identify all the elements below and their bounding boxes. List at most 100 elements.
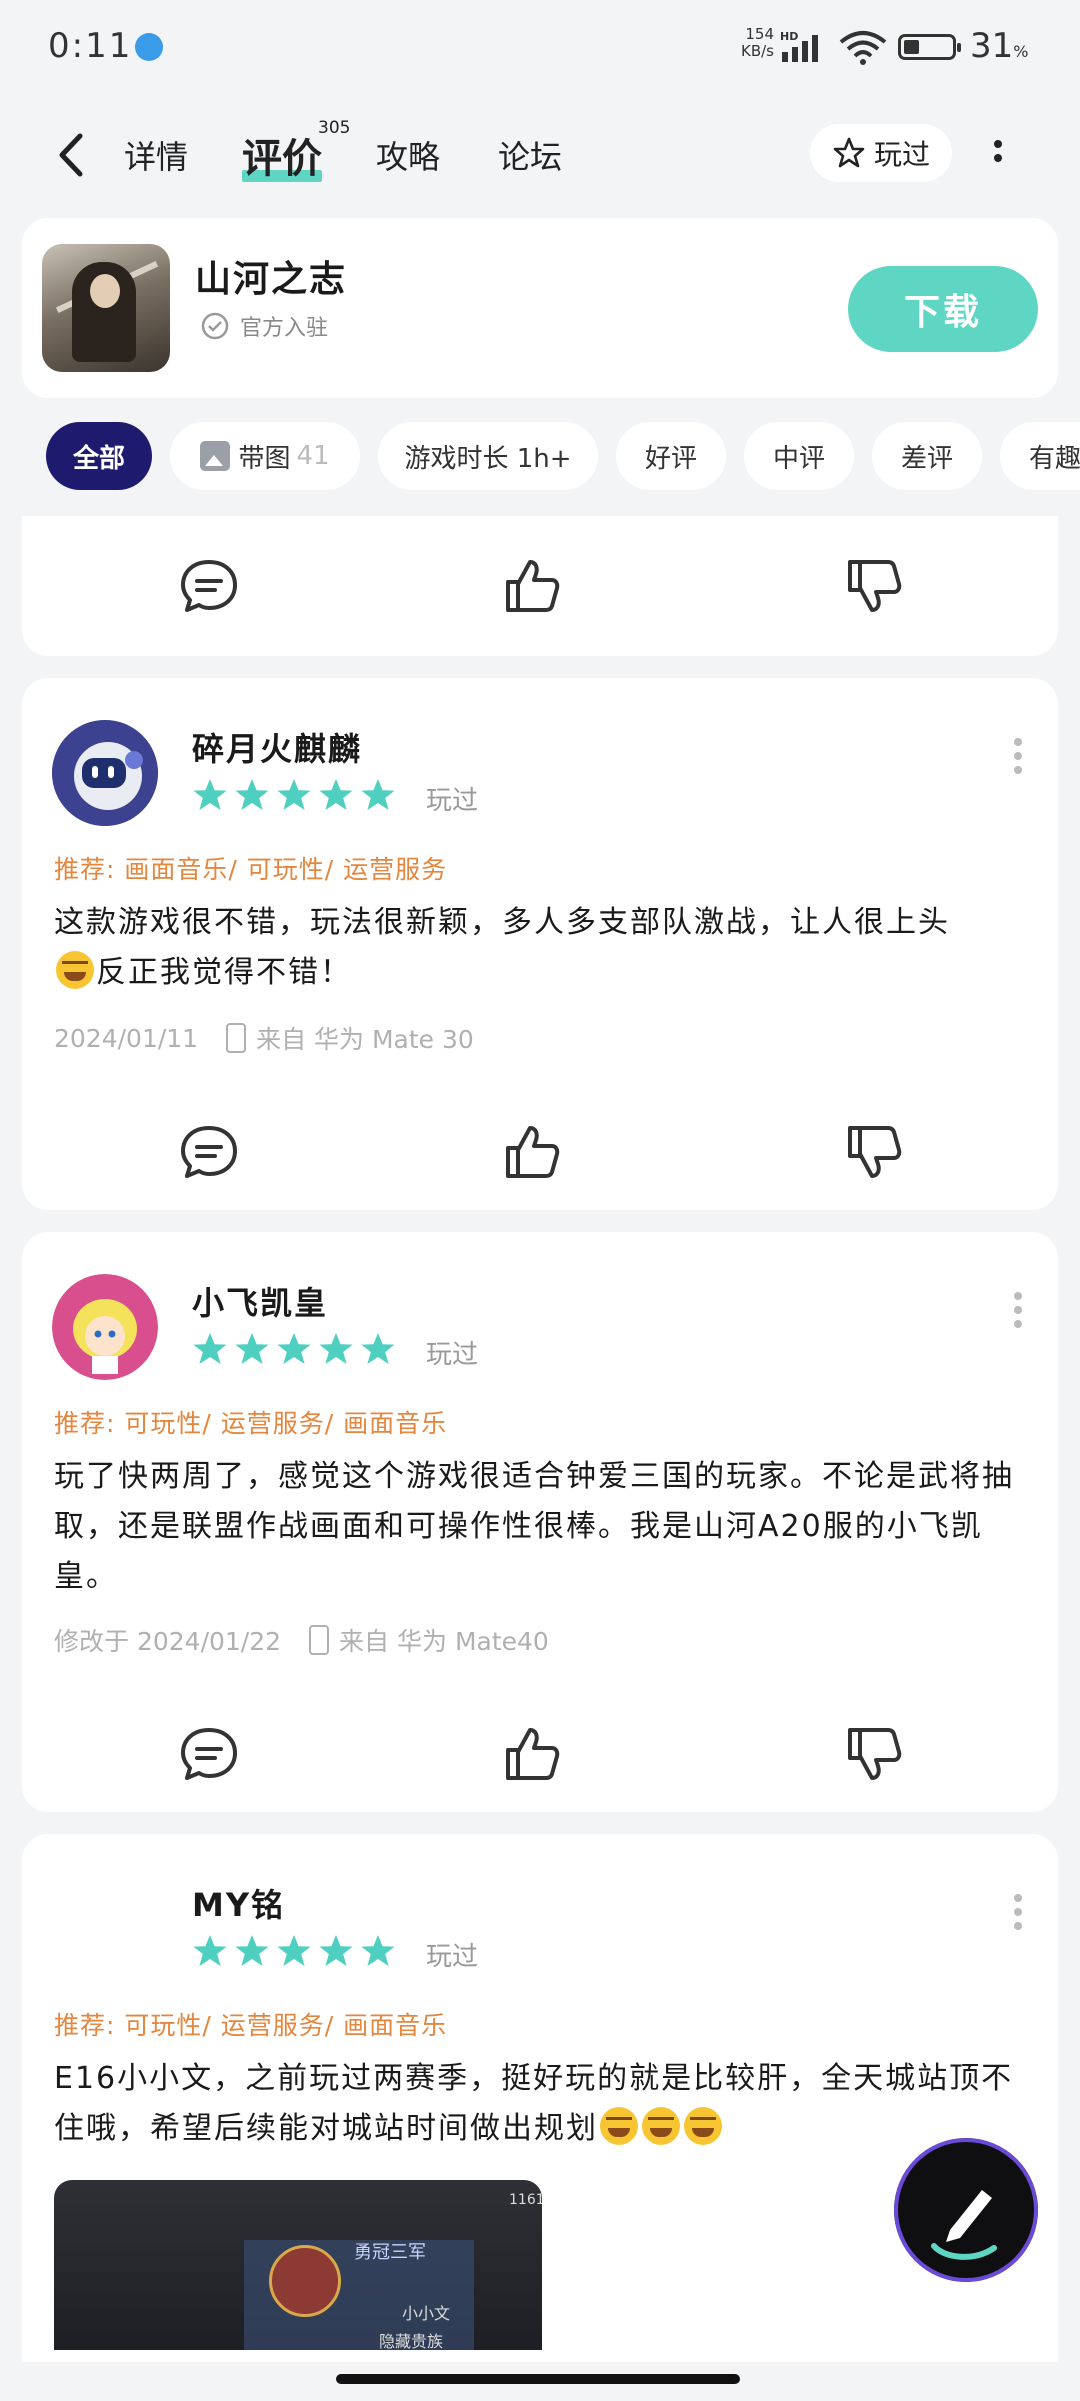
laugh-emoji-icon	[600, 2107, 638, 2145]
username[interactable]: 碎月火麒麟	[192, 724, 362, 770]
review-actions	[22, 544, 1058, 634]
star-icon	[235, 1935, 269, 1966]
played-tag: 玩过	[426, 1340, 479, 1370]
star-icon	[277, 1935, 311, 1966]
official-label: 官方入驻	[240, 316, 329, 341]
star-icon	[361, 1333, 395, 1364]
download-button[interactable]: 下载	[848, 266, 1038, 352]
username[interactable]: MY铭	[192, 1880, 285, 1926]
recommend-tags: 推荐: 画面音乐/ 可玩性/ 运营服务	[54, 855, 448, 884]
game-title: 山河之志	[195, 259, 348, 300]
review-device: 来自 华为 Mate40	[339, 1627, 549, 1656]
review-filter-bar: 全部 带图 41 游戏时长 1h+ 好评 中评 差评 有趣	[0, 418, 1080, 494]
star-icon	[319, 1935, 353, 1966]
review-more-icon[interactable]	[1012, 1290, 1024, 1330]
filter-with-images[interactable]: 带图 41	[170, 422, 360, 490]
star-icon	[277, 779, 311, 810]
noble-badge-icon	[269, 2245, 341, 2317]
image-name: 小小文	[402, 2304, 451, 2323]
image-server: 勇冠三军	[354, 2242, 426, 2263]
laugh-emoji-icon	[642, 2107, 680, 2145]
like-icon[interactable]	[500, 1722, 564, 1786]
review-card: 碎月火麒麟 玩过 推荐: 画面音乐/ 可玩性/ 运营服务 这款游戏很不错，玩法很…	[22, 678, 1058, 1210]
played-button[interactable]: 玩过	[810, 124, 952, 182]
top-nav: 详情 评价 305 攻略 论坛 玩过	[0, 110, 1080, 200]
battery-percent: 31%	[970, 26, 1029, 66]
review-text-content: E16小小文，之前玩过两赛季，挺好玩的就是比较肝，全天城站顶不住哦，希望后续能对…	[54, 2061, 1014, 2146]
star-icon	[361, 1935, 395, 1966]
review-text-line: 反正我觉得不错！	[96, 955, 352, 990]
battery-icon	[898, 34, 961, 60]
cellular-signal-icon: HD	[780, 30, 818, 62]
laugh-emoji-icon	[684, 2107, 722, 2145]
avatar[interactable]	[52, 720, 158, 826]
review-actions	[22, 1712, 1058, 1802]
filter-interesting[interactable]: 有趣	[1000, 422, 1080, 490]
star-icon	[235, 779, 269, 810]
official-badge: 官方入驻	[200, 310, 328, 342]
recommend-tags: 推荐: 可玩性/ 运营服务/ 画面音乐	[54, 1409, 448, 1438]
filter-negative[interactable]: 差评	[872, 422, 982, 490]
net-speed-unit: KB/s	[741, 42, 774, 60]
rating-stars	[192, 778, 396, 812]
comment-icon[interactable]	[177, 554, 241, 618]
review-device: 来自 华为 Mate 30	[256, 1025, 474, 1054]
tab-details[interactable]: 详情	[124, 132, 188, 178]
review-more-icon[interactable]	[1012, 1892, 1024, 1932]
review-card: MY铭 玩过 推荐: 可玩性/ 运营服务/ 画面音乐 E16小小文，之前玩过两赛…	[22, 1834, 1058, 2362]
network-speed: 154 KB/s	[738, 26, 774, 60]
username[interactable]: 小飞凯皇	[192, 1278, 328, 1324]
laugh-emoji-icon	[56, 951, 94, 989]
review-card: 小飞凯皇 玩过 推荐: 可玩性/ 运营服务/ 画面音乐 玩了快两周了，感觉这个游…	[22, 1232, 1058, 1812]
phone-icon	[309, 1625, 330, 1655]
tab-forum[interactable]: 论坛	[498, 132, 562, 178]
write-review-button[interactable]	[894, 2138, 1038, 2282]
recommend-tags: 推荐: 可玩性/ 运营服务/ 画面音乐	[54, 2011, 448, 2040]
star-icon	[277, 1333, 311, 1364]
star-icon	[319, 1333, 353, 1364]
review-actions	[22, 1110, 1058, 1200]
network-type-label: HD	[780, 30, 798, 43]
verified-check-icon	[201, 312, 229, 340]
like-icon[interactable]	[500, 554, 564, 618]
filter-positive[interactable]: 好评	[616, 422, 726, 490]
home-indicator[interactable]	[336, 2374, 740, 2384]
review-image[interactable]: 11613 勇冠三军 小小文 隐藏贵族	[54, 2180, 542, 2350]
avatar[interactable]	[52, 1274, 158, 1380]
review-date: 修改于 2024/01/22	[54, 1627, 282, 1656]
filter-playtime[interactable]: 游戏时长 1h+	[378, 422, 598, 490]
dislike-icon[interactable]	[842, 554, 906, 618]
dislike-icon[interactable]	[842, 1722, 906, 1786]
app-notification-icon	[135, 33, 163, 61]
star-icon	[193, 1333, 227, 1364]
comment-icon[interactable]	[177, 1722, 241, 1786]
review-count: 305	[318, 118, 351, 138]
net-speed-value: 154	[745, 25, 774, 43]
pen-icon	[931, 2190, 997, 2260]
review-meta: 2024/01/11 来自 华为 Mate 30	[54, 1020, 474, 1056]
played-tag: 玩过	[426, 786, 479, 816]
back-arrow-icon[interactable]	[52, 130, 92, 180]
star-icon	[319, 779, 353, 810]
more-options-icon[interactable]	[988, 136, 1008, 176]
star-icon	[361, 779, 395, 810]
review-more-icon[interactable]	[1012, 736, 1024, 776]
star-icon	[193, 779, 227, 810]
tab-reviews-label: 评价	[242, 136, 322, 182]
comment-icon[interactable]	[177, 1120, 241, 1184]
tab-guides[interactable]: 攻略	[376, 132, 440, 178]
star-outline-icon	[833, 137, 865, 168]
phone-icon	[226, 1023, 247, 1053]
played-tag: 玩过	[426, 1942, 479, 1972]
tab-reviews[interactable]: 评价 305	[242, 118, 350, 184]
game-icon[interactable]	[42, 244, 170, 372]
rating-stars	[192, 1934, 396, 1968]
review-date: 2024/01/11	[54, 1023, 199, 1053]
star-icon	[235, 1333, 269, 1364]
image-hide: 隐藏贵族	[379, 2332, 444, 2350]
review-text: E16小小文，之前玩过两赛季，挺好玩的就是比较肝，全天城站顶不住哦，希望后续能对…	[54, 2054, 1034, 2154]
dislike-icon[interactable]	[842, 1120, 906, 1184]
like-icon[interactable]	[500, 1120, 564, 1184]
filter-neutral[interactable]: 中评	[744, 422, 854, 490]
filter-all[interactable]: 全部	[46, 422, 152, 490]
